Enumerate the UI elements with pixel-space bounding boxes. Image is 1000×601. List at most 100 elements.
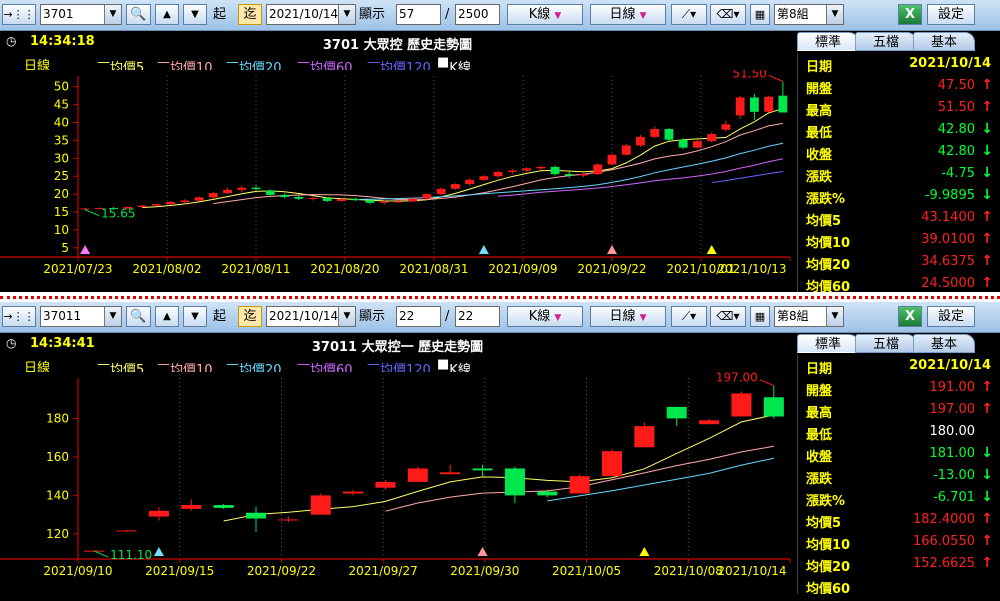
candle[interactable] <box>707 132 717 143</box>
tab-basic[interactable]: 基本 <box>913 334 975 353</box>
panel-separator <box>0 292 1000 302</box>
candle[interactable] <box>569 474 590 494</box>
chevron-down-icon[interactable]: ▼ <box>104 307 121 326</box>
tab-standard[interactable]: 標準 <box>797 32 859 51</box>
stock-code-value: 37011 <box>43 309 82 323</box>
candle-body <box>764 96 774 112</box>
tab-five-levels[interactable]: 五檔 <box>855 32 917 51</box>
draw-line-tool-icon[interactable]: ⟋▾ <box>671 306 707 327</box>
tab-basic[interactable]: 基本 <box>913 32 975 51</box>
x-tick-label: 2021/08/02 <box>132 262 201 276</box>
info-label: 日期 <box>806 362 833 377</box>
date-select[interactable]: 2021/10/14 ▼ <box>266 306 356 327</box>
kline-button[interactable]: K線 ▼ <box>507 306 583 327</box>
palette-icon[interactable]: ▦ <box>750 306 770 327</box>
candle[interactable] <box>436 187 446 195</box>
kline-button[interactable]: K線 ▼ <box>507 4 583 25</box>
settings-button[interactable]: 設定 <box>927 306 975 327</box>
y-tick-label: 40 <box>54 116 69 130</box>
candle-body <box>180 200 190 203</box>
candle-body <box>465 179 475 185</box>
candle[interactable] <box>310 493 331 515</box>
info-label: 均價10 <box>806 236 851 251</box>
start-button[interactable]: 起 <box>213 306 233 327</box>
chevron-down-icon[interactable]: ▼ <box>338 5 355 24</box>
chevron-down-icon[interactable]: ▼ <box>826 307 843 326</box>
candle[interactable] <box>550 165 560 176</box>
candle-body <box>116 530 137 532</box>
excel-export-icon[interactable]: X <box>898 4 922 25</box>
info-label: 收盤 <box>806 450 833 465</box>
arrow-up-icon[interactable]: ▲ <box>155 4 179 25</box>
eraser-tool-icon[interactable]: ⌫▾ <box>710 306 746 327</box>
candle-body <box>536 166 546 169</box>
date-select[interactable]: 2021/10/14 ▼ <box>266 4 356 25</box>
info-value: -6.701 <box>933 490 975 505</box>
candle[interactable] <box>621 144 631 156</box>
search-icon[interactable]: 🔍 <box>126 306 151 327</box>
x-tick-label: 2021/08/31 <box>399 262 468 276</box>
chevron-down-icon[interactable]: ▼ <box>338 307 355 326</box>
arrow-up-icon[interactable]: ▲ <box>155 306 179 327</box>
stock-code-input[interactable]: 3701 ▼ <box>40 4 122 25</box>
x-tick-label: 2021/09/15 <box>145 564 214 578</box>
candle-body <box>707 133 717 142</box>
candle-body <box>550 166 560 175</box>
candle[interactable] <box>593 163 603 175</box>
arrow-down-icon[interactable]: ▼ <box>183 306 207 327</box>
tab-standard[interactable]: 標準 <box>797 334 859 353</box>
display-count-input[interactable]: 22 <box>396 306 441 327</box>
candle[interactable] <box>731 391 752 417</box>
group-select[interactable]: 第8組 ▼ <box>774 306 844 327</box>
menu-toggle-icon[interactable]: →⋮⋮ <box>2 4 36 25</box>
candle-body <box>379 201 389 203</box>
tab-five-levels[interactable]: 五檔 <box>855 334 917 353</box>
info-row: 最高 197.00 ↑ <box>798 399 1000 421</box>
candle-body <box>678 139 688 148</box>
end-button[interactable]: 迄 <box>238 4 262 25</box>
arrow-up-icon: ↑ <box>981 379 993 395</box>
legend-ma60: — 均價60 <box>297 357 353 378</box>
stock-code-input[interactable]: 37011 ▼ <box>40 306 122 327</box>
end-button[interactable]: 迄 <box>238 306 262 327</box>
info-row: 漲跌% -9.9895 ↓ <box>798 185 1000 207</box>
legend-kline: ■ K線 <box>437 55 471 76</box>
arrow-down-icon: ↓ <box>981 121 993 137</box>
period-button[interactable]: 日線 ▼ <box>590 4 666 25</box>
chevron-down-icon[interactable]: ▼ <box>826 5 843 24</box>
candlestick-chart[interactable]: 120 140 160 180 2021/09/10 2021/09/15 2021/09/… <box>0 372 795 594</box>
candle[interactable] <box>601 449 623 477</box>
candle-body <box>735 97 745 116</box>
candle-body <box>194 197 204 201</box>
search-icon[interactable]: 🔍 <box>126 4 151 25</box>
menu-toggle-icon[interactable]: →⋮⋮ <box>2 306 36 327</box>
info-value: 166.0550 <box>912 534 975 549</box>
eraser-tool-icon[interactable]: ⌫▾ <box>710 4 746 25</box>
info-value: 2021/10/14 <box>909 56 991 71</box>
draw-line-tool-icon[interactable]: ⟋▾ <box>671 4 707 25</box>
kline-button-label: K線 <box>528 7 551 22</box>
candle[interactable] <box>607 154 617 166</box>
candle[interactable] <box>764 95 774 113</box>
candle[interactable] <box>664 127 674 142</box>
arrow-down-icon[interactable]: ▼ <box>183 4 207 25</box>
candle-body <box>537 491 558 496</box>
x-tick-label: 2021/09/22 <box>577 262 646 276</box>
chart-background <box>0 70 795 292</box>
chevron-down-icon[interactable]: ▼ <box>104 5 121 24</box>
group-select[interactable]: 第8組 ▼ <box>774 4 844 25</box>
candle[interactable] <box>678 138 688 150</box>
y-tick-label: 45 <box>54 98 69 112</box>
palette-icon[interactable]: ▦ <box>750 4 770 25</box>
candlestick-chart[interactable]: 5 10 15 20 25 30 35 40 45 50 2021/07/23 2021/08/02 2… <box>0 70 795 292</box>
candle-body <box>749 97 759 112</box>
display-count-input[interactable]: 57 <box>396 4 441 25</box>
excel-export-icon[interactable]: X <box>898 306 922 327</box>
candle-body <box>507 170 517 172</box>
start-button[interactable]: 起 <box>213 4 233 25</box>
period-button[interactable]: 日線 ▼ <box>590 306 666 327</box>
settings-button[interactable]: 設定 <box>927 4 975 25</box>
candle[interactable] <box>407 466 428 482</box>
candle-body <box>375 481 396 488</box>
info-row: 漲跌 -4.75 ↓ <box>798 163 1000 185</box>
